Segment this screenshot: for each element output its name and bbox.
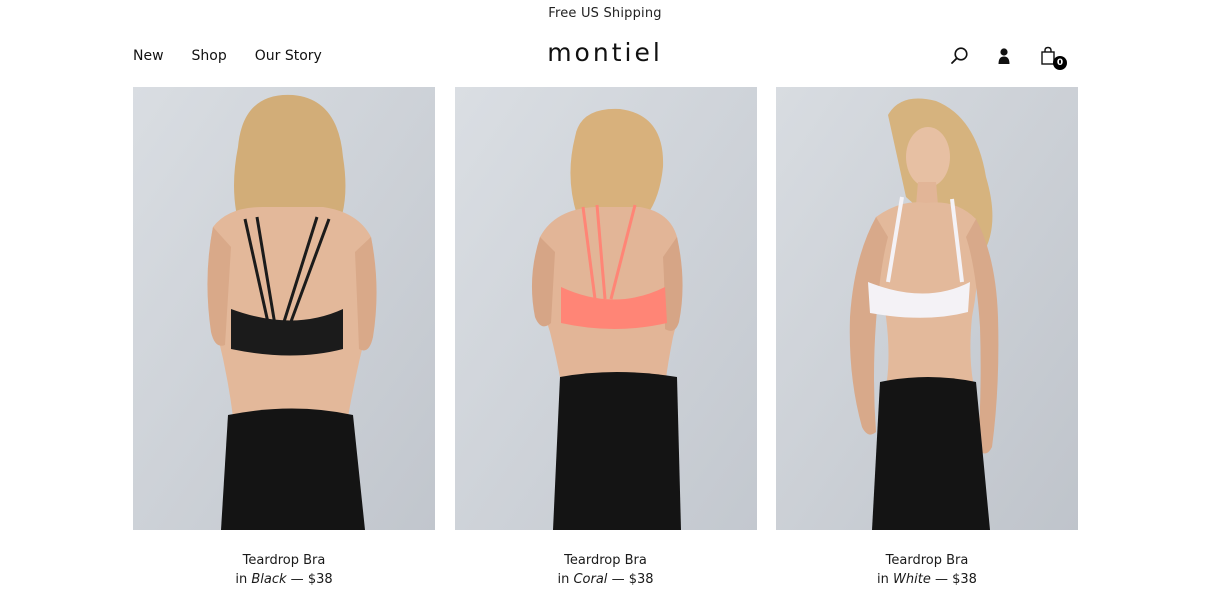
account-button[interactable] bbox=[996, 46, 1020, 70]
product-name: Teardrop Bra bbox=[242, 553, 326, 568]
product-name: Teardrop Bra bbox=[564, 553, 647, 568]
variant-color: Coral bbox=[573, 572, 608, 587]
cart-count-badge: 0 bbox=[1053, 56, 1067, 70]
announcement-bar: Free US Shipping bbox=[548, 6, 662, 21]
product-price: $38 bbox=[307, 572, 333, 587]
product-price: $38 bbox=[952, 572, 977, 587]
product-photo[interactable] bbox=[454, 87, 757, 530]
variant-prefix: in bbox=[557, 572, 570, 587]
nav-item-shop[interactable]: Shop bbox=[192, 48, 227, 64]
variant-separator: — bbox=[290, 572, 304, 587]
variant-color: White bbox=[893, 572, 931, 587]
variant-color: Black bbox=[251, 572, 287, 587]
product-name: Teardrop Bra bbox=[885, 553, 969, 568]
model-back-black-photo bbox=[133, 87, 435, 530]
product-caption[interactable]: Teardrop Bra in Coral — $38 bbox=[455, 551, 757, 589]
product-card[interactable]: Teardrop Bra in Black — $38 bbox=[133, 87, 435, 589]
product-card[interactable]: Teardrop Bra in White — $38 bbox=[776, 87, 1078, 589]
product-card[interactable]: Teardrop Bra in Coral — $38 bbox=[454, 87, 757, 589]
product-variant: in Black — $38 bbox=[133, 570, 435, 589]
user-icon bbox=[998, 48, 1010, 64]
variant-separator: — bbox=[611, 572, 625, 587]
product-price: $38 bbox=[628, 572, 654, 587]
nav-item-our-story[interactable]: Our Story bbox=[255, 48, 322, 64]
product-variant: in White — $38 bbox=[776, 570, 1078, 589]
header-icons: 0 bbox=[948, 46, 1073, 72]
brand-logo[interactable]: montiel bbox=[547, 38, 663, 67]
product-variant: in Coral — $38 bbox=[455, 570, 757, 589]
product-caption[interactable]: Teardrop Bra in Black — $38 bbox=[133, 551, 435, 589]
nav-item-new[interactable]: New bbox=[133, 48, 164, 64]
model-front-white-photo bbox=[776, 87, 1078, 530]
product-grid: Teardrop Bra in Black — $38 Teardrop Bra… bbox=[133, 87, 1078, 589]
cart-button[interactable]: 0 bbox=[1040, 46, 1067, 70]
variant-separator: — bbox=[934, 572, 948, 587]
variant-prefix: in bbox=[235, 572, 248, 587]
product-caption[interactable]: Teardrop Bra in White — $38 bbox=[776, 551, 1078, 589]
search-button[interactable] bbox=[950, 46, 974, 70]
model-back-coral-photo bbox=[454, 87, 757, 530]
product-photo[interactable] bbox=[776, 87, 1078, 530]
variant-prefix: in bbox=[877, 572, 889, 587]
search-icon bbox=[951, 47, 968, 64]
main-nav: New Shop Our Story bbox=[133, 48, 322, 64]
product-photo[interactable] bbox=[133, 87, 435, 530]
